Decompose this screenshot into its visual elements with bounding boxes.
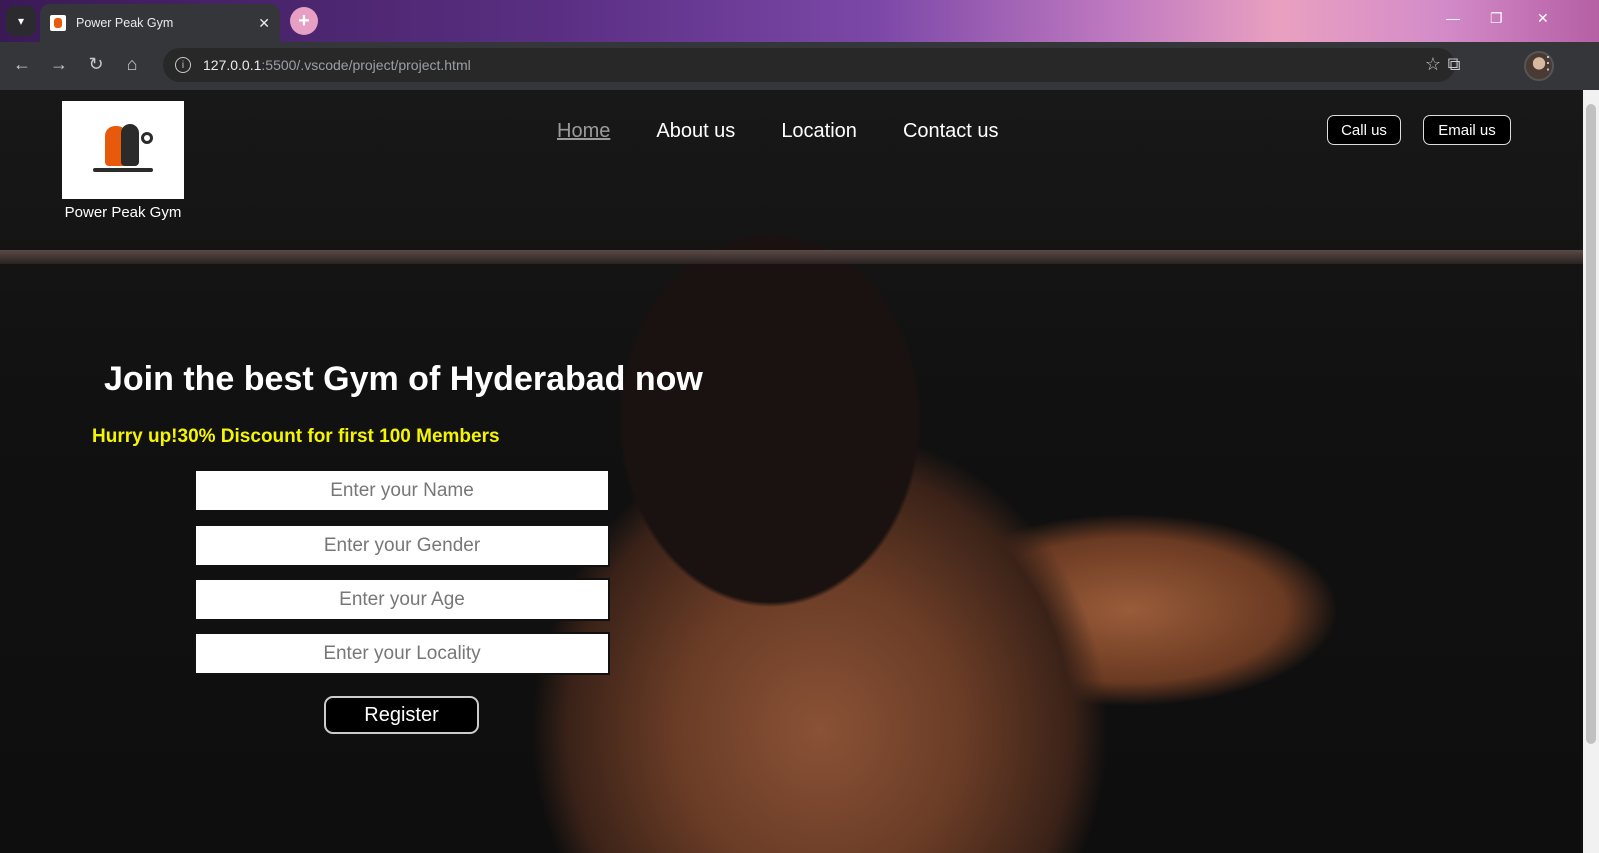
page-scrollbar[interactable]: [1583, 90, 1599, 853]
nav-home[interactable]: Home: [557, 120, 610, 143]
new-tab-plus-icon[interactable]: +: [290, 7, 318, 35]
age-input[interactable]: Enter your Age: [194, 578, 610, 621]
discount-offer: Hurry up!30% Discount for first 100 Memb…: [92, 426, 500, 447]
forward-icon[interactable]: →: [47, 54, 71, 75]
hero-headline: Join the best Gym of Hyderabad now: [104, 360, 703, 398]
gender-input[interactable]: Enter your Gender: [194, 524, 610, 567]
window-close-icon[interactable]: ✕: [1537, 10, 1549, 27]
main-nav: Home About us Location Contact us: [557, 120, 999, 143]
site-info-icon[interactable]: i: [175, 57, 191, 73]
browser-tab-bar: ▾ Power Peak Gym ✕ + — ❐ ✕: [0, 0, 1599, 42]
extensions-icon[interactable]: ⧉: [1442, 54, 1466, 75]
kebab-menu-icon[interactable]: ⋮: [1536, 53, 1560, 74]
gym-favicon-icon: [50, 15, 66, 31]
url-path: :5500/.vscode/project/project.html: [261, 57, 471, 73]
brand-name: Power Peak Gym: [64, 204, 182, 221]
browser-toolbar: ← → ↻ ⌂ i 127.0.0.1:5500/.vscode/project…: [0, 42, 1599, 90]
nav-contact-us[interactable]: Contact us: [903, 120, 999, 143]
scrollbar-thumb[interactable]: [1586, 104, 1596, 744]
nav-location[interactable]: Location: [781, 120, 857, 143]
locality-input[interactable]: Enter your Locality: [194, 632, 610, 675]
nav-about-us[interactable]: About us: [656, 120, 735, 143]
tab-title: Power Peak Gym: [76, 16, 174, 30]
hero-section: Power Peak Gym Home About us Location Co…: [0, 90, 1583, 853]
email-us-button[interactable]: Email us: [1423, 115, 1511, 145]
reload-icon[interactable]: ↻: [84, 54, 108, 75]
home-icon[interactable]: ⌂: [120, 54, 144, 75]
call-us-button[interactable]: Call us: [1327, 115, 1401, 145]
tab-search-icon[interactable]: ▾: [6, 6, 36, 36]
address-bar[interactable]: i 127.0.0.1:5500/.vscode/project/project…: [163, 48, 1455, 82]
back-icon[interactable]: ←: [10, 54, 34, 75]
restore-icon[interactable]: ❐: [1490, 10, 1503, 27]
close-icon[interactable]: ✕: [258, 15, 270, 32]
browser-tab[interactable]: Power Peak Gym ✕: [40, 4, 280, 42]
gym-logo[interactable]: [62, 101, 184, 199]
gym-logo-figure-icon: [91, 122, 155, 178]
bookmark-star-icon[interactable]: ☆: [1425, 54, 1441, 75]
name-input[interactable]: Enter your Name: [194, 469, 610, 512]
url-host: 127.0.0.1: [203, 57, 262, 73]
minimize-icon[interactable]: —: [1446, 10, 1460, 26]
register-button[interactable]: Register: [324, 696, 479, 734]
